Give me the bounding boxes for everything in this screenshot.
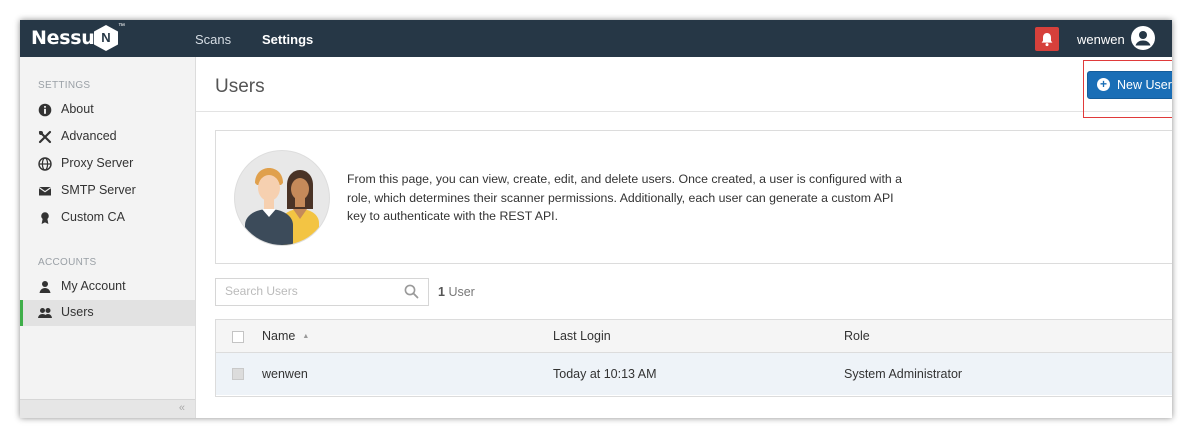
cell-last-login: Today at 10:13 AM — [553, 367, 657, 381]
trademark: ™ — [118, 23, 125, 30]
tools-icon — [38, 130, 52, 144]
sidebar-item-label: About — [61, 102, 94, 116]
top-navigation-bar: Nessus N ™ Scans Settings wenwen — [20, 20, 1172, 57]
notifications-button[interactable] — [1035, 27, 1059, 51]
cell-role: System Administrator — [844, 367, 963, 381]
sidebar-item-users[interactable]: Users — [20, 300, 195, 326]
search-icon[interactable] — [404, 284, 419, 299]
sidebar-item-advanced[interactable]: Advanced — [20, 124, 195, 150]
sidebar-item-label: My Account — [61, 279, 126, 293]
username-label[interactable]: wenwen — [1077, 32, 1125, 47]
sidebar-item-proxy-server[interactable]: Proxy Server — [20, 151, 195, 177]
user-icon — [39, 281, 51, 293]
settings-sidebar: SETTINGS About Advanced Proxy Server SMT… — [20, 57, 196, 418]
highlight-annotation — [1083, 60, 1172, 118]
nav-settings[interactable]: Settings — [262, 32, 313, 47]
sort-ascending-icon: ▲ — [302, 333, 310, 341]
search-input[interactable] — [216, 279, 405, 303]
sidebar-item-smtp-server[interactable]: SMTP Server — [20, 178, 195, 204]
info-panel: From this page, you can view, create, ed… — [215, 130, 1172, 264]
sidebar-item-label: SMTP Server — [61, 183, 136, 197]
search-users-box[interactable] — [215, 278, 429, 306]
sidebar-item-label: Custom CA — [61, 210, 125, 224]
divider — [196, 111, 1172, 112]
page-title: Users — [215, 76, 265, 97]
column-header-role[interactable]: Role — [844, 329, 870, 343]
column-header-last-login[interactable]: Last Login — [553, 329, 611, 343]
users-illustration-icon — [234, 150, 330, 246]
settings-section-heading: SETTINGS — [38, 80, 91, 91]
info-icon — [38, 103, 52, 117]
app-window: Nessus N ™ Scans Settings wenwen SETTING… — [20, 20, 1172, 418]
row-checkbox — [232, 368, 244, 380]
nav-scans[interactable]: Scans — [195, 32, 231, 47]
table-header: Name ▲ Last Login Role — [216, 320, 1172, 353]
sidebar-item-label: Proxy Server — [61, 156, 134, 170]
collapse-sidebar-button[interactable]: « — [20, 399, 195, 418]
select-all-checkbox[interactable] — [232, 331, 244, 343]
cell-name: wenwen — [262, 367, 308, 381]
certificate-icon — [41, 212, 49, 224]
users-icon — [38, 308, 52, 318]
user-count-label: User — [448, 285, 475, 299]
users-table: Name ▲ Last Login Role wenwen Today at 10… — [215, 319, 1172, 397]
sidebar-item-custom-ca[interactable]: Custom CA — [20, 205, 195, 231]
column-header-name[interactable]: Name ▲ — [262, 329, 309, 343]
sidebar-item-about[interactable]: About — [20, 97, 195, 123]
table-row[interactable]: wenwen Today at 10:13 AM System Administ… — [216, 353, 1172, 395]
envelope-icon — [38, 187, 52, 196]
double-chevron-left-icon: « — [178, 402, 185, 414]
sidebar-item-label: Users — [61, 305, 94, 319]
user-avatar-icon — [1135, 31, 1151, 46]
sidebar-item-my-account[interactable]: My Account — [20, 274, 195, 300]
info-description: From this page, you can view, create, ed… — [347, 172, 903, 223]
sidebar-item-label: Advanced — [61, 129, 117, 143]
globe-icon — [38, 157, 52, 171]
column-header-label: Name — [262, 329, 296, 343]
user-count: 1 User — [438, 285, 475, 299]
user-menu-button[interactable] — [1131, 26, 1155, 50]
accounts-section-heading: ACCOUNTS — [38, 257, 97, 268]
user-count-number: 1 — [438, 285, 445, 299]
bell-icon — [1041, 33, 1053, 47]
